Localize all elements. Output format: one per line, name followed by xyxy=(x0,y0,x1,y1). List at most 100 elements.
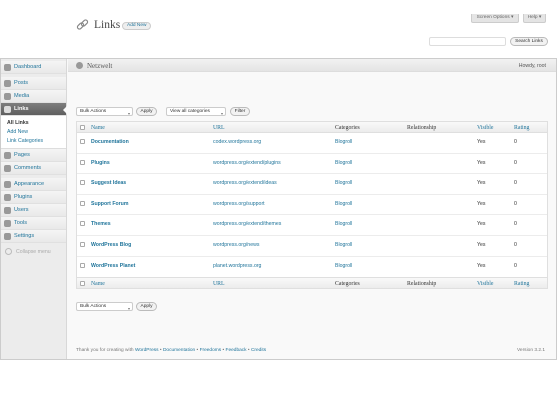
link-category[interactable]: Blogroll xyxy=(335,221,352,227)
submenu-link-categories[interactable]: Link Categories xyxy=(1,136,66,145)
howdy-user-menu[interactable]: Howdy, root xyxy=(519,63,546,69)
menu-item-media[interactable]: Media xyxy=(1,90,66,103)
select-all-checkbox[interactable] xyxy=(80,125,85,130)
search-input[interactable] xyxy=(429,37,506,46)
link-category[interactable]: Blogroll xyxy=(335,180,352,186)
footer-link-documentation[interactable]: Documentation xyxy=(163,348,195,353)
links-table: Name URL Categories Relationship Visible… xyxy=(76,121,548,290)
row-checkbox[interactable] xyxy=(80,221,85,227)
link-rating: 0 xyxy=(514,241,517,248)
filter-button[interactable]: Filter xyxy=(230,107,250,116)
chevron-down-icon: ▾ xyxy=(220,111,223,116)
menu-item-settings[interactable]: Settings xyxy=(1,230,66,243)
column-footer-visible[interactable]: Visible xyxy=(477,281,493,287)
category-filter-select[interactable]: View all categories ▾ xyxy=(166,107,226,116)
link-category[interactable]: Blogroll xyxy=(335,242,352,248)
link-category[interactable]: Blogroll xyxy=(335,201,352,207)
link-url[interactable]: planet.wordpress.org xyxy=(213,263,261,269)
menu-label: Dashboard xyxy=(14,64,42,70)
site-name[interactable]: Netzwelt xyxy=(87,62,112,70)
help-tab[interactable]: Help ▾ xyxy=(523,14,546,23)
submenu-all-links[interactable]: All Links xyxy=(1,118,66,127)
footer-credits: Thank you for creating with WordPress • … xyxy=(76,348,267,353)
menu-item-users[interactable]: Users xyxy=(1,204,66,217)
column-header-name[interactable]: Name xyxy=(91,125,105,131)
table-row: Themes wordpress.org/extend/themes Blogr… xyxy=(77,215,547,236)
row-checkbox[interactable] xyxy=(80,200,85,206)
row-checkbox[interactable] xyxy=(80,241,85,247)
table-header: Name URL Categories Relationship Visible… xyxy=(77,122,547,133)
add-new-button[interactable]: Add New xyxy=(122,22,152,30)
link-name[interactable]: WordPress Blog xyxy=(91,242,131,248)
pages-icon xyxy=(4,151,11,159)
link-category[interactable]: Blogroll xyxy=(335,160,352,166)
column-header-rating[interactable]: Rating xyxy=(514,125,529,131)
footer-link-feedback[interactable]: Feedback xyxy=(226,348,247,353)
bulk-actions-value: Bulk Actions xyxy=(80,109,107,114)
link-name[interactable]: Plugins xyxy=(91,160,110,166)
row-checkbox[interactable] xyxy=(80,180,85,186)
link-category[interactable]: Blogroll xyxy=(335,263,352,269)
column-header-visible[interactable]: Visible xyxy=(477,125,493,131)
link-name[interactable]: Documentation xyxy=(91,139,129,145)
row-checkbox[interactable] xyxy=(80,159,85,165)
link-url[interactable]: wordpress.org/extend/plugins xyxy=(213,160,281,166)
menu-item-plugins[interactable]: Plugins xyxy=(1,191,66,204)
link-url[interactable]: wordpress.org/extend/themes xyxy=(213,221,281,227)
menu-label: Appearance xyxy=(14,181,45,187)
collapse-menu-button[interactable]: Collapse menu xyxy=(1,243,66,255)
menu-item-pages[interactable]: Pages xyxy=(1,149,66,162)
column-footer-url[interactable]: URL xyxy=(213,281,225,287)
menu-item-appearance[interactable]: Appearance xyxy=(1,178,66,191)
menu-item-comments[interactable]: Comments xyxy=(1,162,66,175)
site-icon xyxy=(76,62,83,69)
menu-label: Comments xyxy=(14,165,42,171)
footer-link-wordpress[interactable]: WordPress xyxy=(135,348,159,353)
apply-button-top[interactable]: Apply xyxy=(136,107,157,116)
link-url[interactable]: wordpress.org/extend/ideas xyxy=(213,180,277,186)
link-url[interactable]: wordpress.org/news xyxy=(213,242,259,248)
link-visible: Yes xyxy=(477,221,486,228)
footer-thanks: Thank you for creating with xyxy=(76,348,134,353)
search-links-button[interactable]: Search Links xyxy=(510,37,548,46)
link-visible: Yes xyxy=(477,241,486,248)
link-name[interactable]: Support Forum xyxy=(91,201,128,207)
column-footer-categories: Categories xyxy=(335,280,360,287)
link-name[interactable]: Themes xyxy=(91,221,111,227)
table-row: Support Forum wordpress.org/support Blog… xyxy=(77,195,547,216)
link-url[interactable]: wordpress.org/support xyxy=(213,201,265,207)
table-row: WordPress Blog wordpress.org/news Blogro… xyxy=(77,236,547,257)
screen-options-tab[interactable]: Screen Options ▾ xyxy=(471,14,519,23)
apply-button-bottom[interactable]: Apply xyxy=(136,302,157,311)
menu-item-posts[interactable]: Posts xyxy=(1,77,66,90)
select-all-checkbox-bottom[interactable] xyxy=(80,281,85,287)
link-name[interactable]: WordPress Planet xyxy=(91,263,135,269)
bulk-actions-select-bottom[interactable]: Bulk Actions ▾ xyxy=(76,302,133,311)
column-footer-name[interactable]: Name xyxy=(91,281,105,287)
link-rating: 0 xyxy=(514,159,517,166)
link-category[interactable]: Blogroll xyxy=(335,139,352,145)
column-header-relationship: Relationship xyxy=(407,124,437,131)
footer-link-freedoms[interactable]: Freedoms xyxy=(200,348,222,353)
links-submenu: All Links Add New Link Categories xyxy=(1,116,66,149)
link-name[interactable]: Suggest Ideas xyxy=(91,180,126,186)
menu-item-links[interactable]: Links xyxy=(1,103,67,116)
menu-label: Pages xyxy=(14,152,30,158)
link-rating: 0 xyxy=(514,262,517,269)
link-url[interactable]: codex.wordpress.org xyxy=(213,139,261,145)
menu-label: Tools xyxy=(14,220,28,226)
menu-label: Settings xyxy=(14,233,35,239)
links-icon xyxy=(4,105,11,113)
row-checkbox[interactable] xyxy=(80,139,85,144)
footer-link-credits[interactable]: Credits xyxy=(251,348,266,353)
link-rating: 0 xyxy=(514,180,517,187)
row-checkbox[interactable] xyxy=(80,262,85,268)
submenu-add-new[interactable]: Add New xyxy=(1,127,66,136)
column-footer-rating[interactable]: Rating xyxy=(514,281,529,287)
menu-item-dashboard[interactable]: Dashboard xyxy=(1,61,66,74)
link-rating: 0 xyxy=(514,221,517,228)
bulk-actions-select-top[interactable]: Bulk Actions ▾ xyxy=(76,107,133,116)
menu-item-tools[interactable]: Tools xyxy=(1,217,66,230)
column-footer-relationship: Relationship xyxy=(407,280,437,287)
column-header-url[interactable]: URL xyxy=(213,125,225,131)
